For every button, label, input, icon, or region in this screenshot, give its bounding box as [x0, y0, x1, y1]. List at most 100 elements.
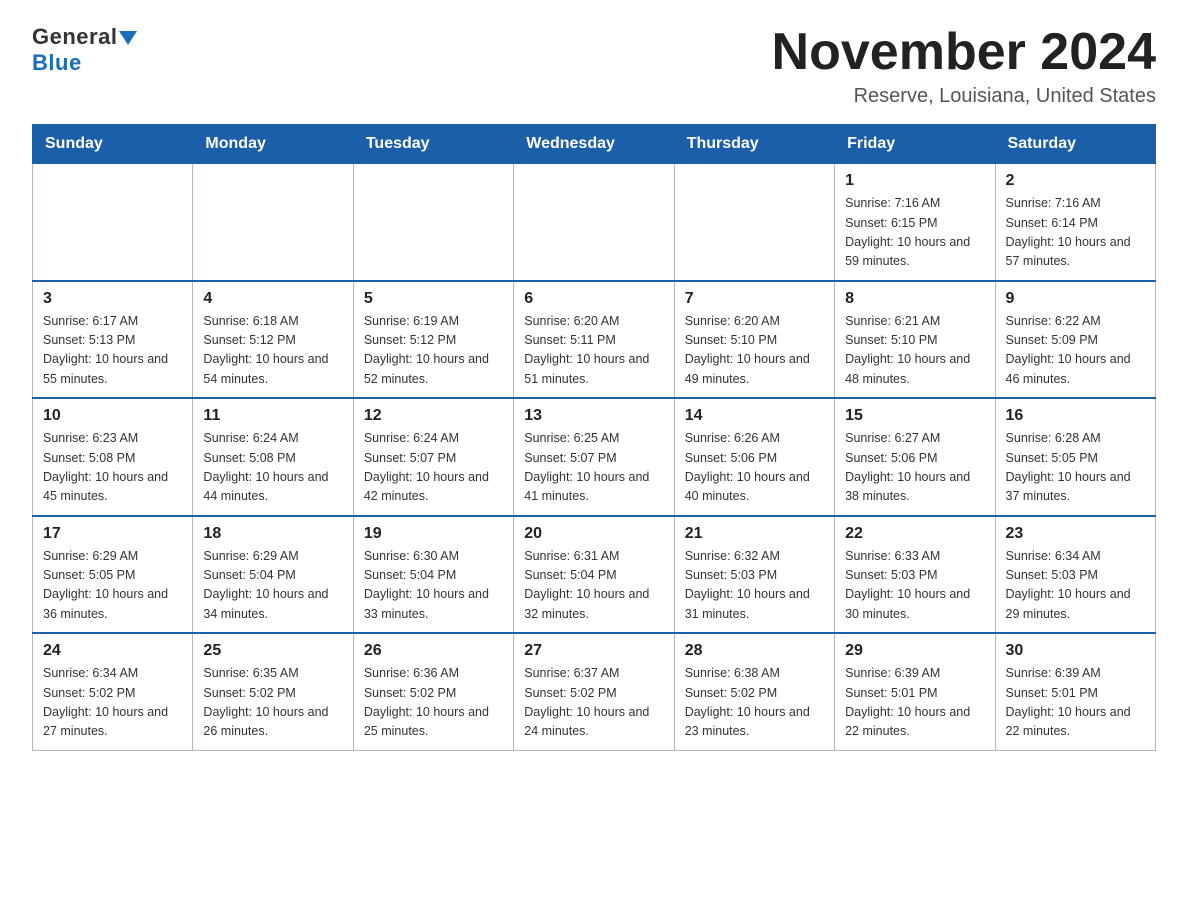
- day-info: Sunrise: 6:39 AMSunset: 5:01 PMDaylight:…: [845, 664, 984, 742]
- calendar-day-cell: 18 Sunrise: 6:29 AMSunset: 5:04 PMDayligh…: [193, 516, 353, 634]
- day-info: Sunrise: 6:24 AMSunset: 5:07 PMDaylight:…: [364, 429, 503, 507]
- day-number: 22: [845, 525, 984, 543]
- day-info: Sunrise: 6:35 AMSunset: 5:02 PMDaylight:…: [203, 664, 342, 742]
- calendar-week-row: 10 Sunrise: 6:23 AMSunset: 5:08 PMDayligh…: [33, 398, 1156, 516]
- title-section: November 2024 Reserve, Louisiana, United…: [772, 24, 1156, 108]
- day-info: Sunrise: 6:23 AMSunset: 5:08 PMDaylight:…: [43, 429, 182, 507]
- calendar-day-cell: [33, 164, 193, 281]
- day-info: Sunrise: 6:38 AMSunset: 5:02 PMDaylight:…: [685, 664, 824, 742]
- day-number: 9: [1006, 290, 1145, 308]
- calendar-day-cell: [353, 164, 513, 281]
- calendar-day-cell: 8 Sunrise: 6:21 AMSunset: 5:10 PMDaylight…: [835, 281, 995, 399]
- calendar-day-cell: 5 Sunrise: 6:19 AMSunset: 5:12 PMDaylight…: [353, 281, 513, 399]
- calendar-day-cell: [514, 164, 674, 281]
- day-info: Sunrise: 6:36 AMSunset: 5:02 PMDaylight:…: [364, 664, 503, 742]
- day-number: 23: [1006, 525, 1145, 543]
- logo-general-text: General: [32, 24, 117, 49]
- day-number: 14: [685, 407, 824, 425]
- day-info: Sunrise: 6:25 AMSunset: 5:07 PMDaylight:…: [524, 429, 663, 507]
- day-number: 13: [524, 407, 663, 425]
- calendar-day-cell: 16Sunrise: 6:28 AMSunset: 5:05 PMDayligh…: [995, 398, 1155, 516]
- day-info: Sunrise: 6:34 AMSunset: 5:02 PMDaylight:…: [43, 664, 182, 742]
- day-number: 27: [524, 642, 663, 660]
- calendar-day-cell: 2 Sunrise: 7:16 AMSunset: 6:14 PMDaylight…: [995, 164, 1155, 281]
- calendar-day-cell: 14 Sunrise: 6:26 AMSunset: 5:06 PMDayligh…: [674, 398, 834, 516]
- day-info: Sunrise: 6:24 AMSunset: 5:08 PMDaylight:…: [203, 429, 342, 507]
- day-info: Sunrise: 6:26 AMSunset: 5:06 PMDaylight:…: [685, 429, 824, 507]
- logo-triangle-icon: [119, 31, 137, 45]
- logo: General Blue: [32, 24, 137, 76]
- calendar-day-cell: 10 Sunrise: 6:23 AMSunset: 5:08 PMDayligh…: [33, 398, 193, 516]
- day-number: 2: [1006, 172, 1145, 190]
- day-of-week-header: Tuesday: [353, 125, 513, 164]
- day-info: Sunrise: 6:28 AMSunset: 5:05 PMDaylight:…: [1006, 429, 1145, 507]
- calendar-day-cell: 1 Sunrise: 7:16 AMSunset: 6:15 PMDaylight…: [835, 164, 995, 281]
- day-info: Sunrise: 6:22 AMSunset: 5:09 PMDaylight:…: [1006, 312, 1145, 390]
- day-info: Sunrise: 6:19 AMSunset: 5:12 PMDaylight:…: [364, 312, 503, 390]
- day-info: Sunrise: 6:31 AMSunset: 5:04 PMDaylight:…: [524, 547, 663, 625]
- day-number: 18: [203, 525, 342, 543]
- day-number: 11: [203, 407, 342, 425]
- day-number: 3: [43, 290, 182, 308]
- calendar-day-cell: 22 Sunrise: 6:33 AMSunset: 5:03 PMDayligh…: [835, 516, 995, 634]
- calendar-week-row: 1 Sunrise: 7:16 AMSunset: 6:15 PMDaylight…: [33, 164, 1156, 281]
- day-info: Sunrise: 6:20 AMSunset: 5:11 PMDaylight:…: [524, 312, 663, 390]
- day-number: 26: [364, 642, 503, 660]
- location-subtitle: Reserve, Louisiana, United States: [772, 85, 1156, 108]
- day-number: 4: [203, 290, 342, 308]
- calendar-day-cell: 24 Sunrise: 6:34 AMSunset: 5:02 PMDayligh…: [33, 633, 193, 750]
- calendar-day-cell: 13 Sunrise: 6:25 AMSunset: 5:07 PMDayligh…: [514, 398, 674, 516]
- calendar-day-cell: 11 Sunrise: 6:24 AMSunset: 5:08 PMDayligh…: [193, 398, 353, 516]
- day-info: Sunrise: 6:29 AMSunset: 5:05 PMDaylight:…: [43, 547, 182, 625]
- calendar-day-cell: 19 Sunrise: 6:30 AMSunset: 5:04 PMDayligh…: [353, 516, 513, 634]
- calendar-day-cell: 7 Sunrise: 6:20 AMSunset: 5:10 PMDaylight…: [674, 281, 834, 399]
- day-info: Sunrise: 6:33 AMSunset: 5:03 PMDaylight:…: [845, 547, 984, 625]
- day-of-week-header: Wednesday: [514, 125, 674, 164]
- day-info: Sunrise: 6:20 AMSunset: 5:10 PMDaylight:…: [685, 312, 824, 390]
- calendar-header-row: SundayMondayTuesdayWednesdayThursdayFrid…: [33, 125, 1156, 164]
- day-of-week-header: Monday: [193, 125, 353, 164]
- day-number: 25: [203, 642, 342, 660]
- calendar-day-cell: 27Sunrise: 6:37 AMSunset: 5:02 PMDayligh…: [514, 633, 674, 750]
- calendar-day-cell: 17 Sunrise: 6:29 AMSunset: 5:05 PMDayligh…: [33, 516, 193, 634]
- day-number: 24: [43, 642, 182, 660]
- day-number: 5: [364, 290, 503, 308]
- day-number: 30: [1006, 642, 1145, 660]
- calendar-day-cell: 20Sunrise: 6:31 AMSunset: 5:04 PMDayligh…: [514, 516, 674, 634]
- day-of-week-header: Friday: [835, 125, 995, 164]
- day-number: 21: [685, 525, 824, 543]
- day-number: 12: [364, 407, 503, 425]
- day-info: Sunrise: 6:30 AMSunset: 5:04 PMDaylight:…: [364, 547, 503, 625]
- calendar-day-cell: [674, 164, 834, 281]
- calendar-day-cell: 28 Sunrise: 6:38 AMSunset: 5:02 PMDayligh…: [674, 633, 834, 750]
- day-info: Sunrise: 6:17 AMSunset: 5:13 PMDaylight:…: [43, 312, 182, 390]
- day-number: 15: [845, 407, 984, 425]
- day-of-week-header: Saturday: [995, 125, 1155, 164]
- day-info: Sunrise: 6:21 AMSunset: 5:10 PMDaylight:…: [845, 312, 984, 390]
- day-info: Sunrise: 7:16 AMSunset: 6:14 PMDaylight:…: [1006, 194, 1145, 272]
- calendar-week-row: 3 Sunrise: 6:17 AMSunset: 5:13 PMDaylight…: [33, 281, 1156, 399]
- calendar-day-cell: 21Sunrise: 6:32 AMSunset: 5:03 PMDayligh…: [674, 516, 834, 634]
- day-number: 7: [685, 290, 824, 308]
- calendar-day-cell: 4Sunrise: 6:18 AMSunset: 5:12 PMDaylight…: [193, 281, 353, 399]
- calendar-day-cell: 26 Sunrise: 6:36 AMSunset: 5:02 PMDayligh…: [353, 633, 513, 750]
- calendar-day-cell: 3 Sunrise: 6:17 AMSunset: 5:13 PMDaylight…: [33, 281, 193, 399]
- day-number: 8: [845, 290, 984, 308]
- calendar-day-cell: [193, 164, 353, 281]
- page-header: General Blue November 2024 Reserve, Loui…: [32, 24, 1156, 108]
- day-of-week-header: Sunday: [33, 125, 193, 164]
- calendar-day-cell: 23Sunrise: 6:34 AMSunset: 5:03 PMDayligh…: [995, 516, 1155, 634]
- calendar-day-cell: 15Sunrise: 6:27 AMSunset: 5:06 PMDayligh…: [835, 398, 995, 516]
- day-info: Sunrise: 6:39 AMSunset: 5:01 PMDaylight:…: [1006, 664, 1145, 742]
- day-number: 17: [43, 525, 182, 543]
- calendar-day-cell: 9 Sunrise: 6:22 AMSunset: 5:09 PMDaylight…: [995, 281, 1155, 399]
- day-info: Sunrise: 6:29 AMSunset: 5:04 PMDaylight:…: [203, 547, 342, 625]
- day-info: Sunrise: 7:16 AMSunset: 6:15 PMDaylight:…: [845, 194, 984, 272]
- day-number: 28: [685, 642, 824, 660]
- day-number: 1: [845, 172, 984, 190]
- day-number: 19: [364, 525, 503, 543]
- calendar-day-cell: 25 Sunrise: 6:35 AMSunset: 5:02 PMDayligh…: [193, 633, 353, 750]
- day-number: 10: [43, 407, 182, 425]
- calendar-week-row: 24 Sunrise: 6:34 AMSunset: 5:02 PMDayligh…: [33, 633, 1156, 750]
- calendar-day-cell: 12 Sunrise: 6:24 AMSunset: 5:07 PMDayligh…: [353, 398, 513, 516]
